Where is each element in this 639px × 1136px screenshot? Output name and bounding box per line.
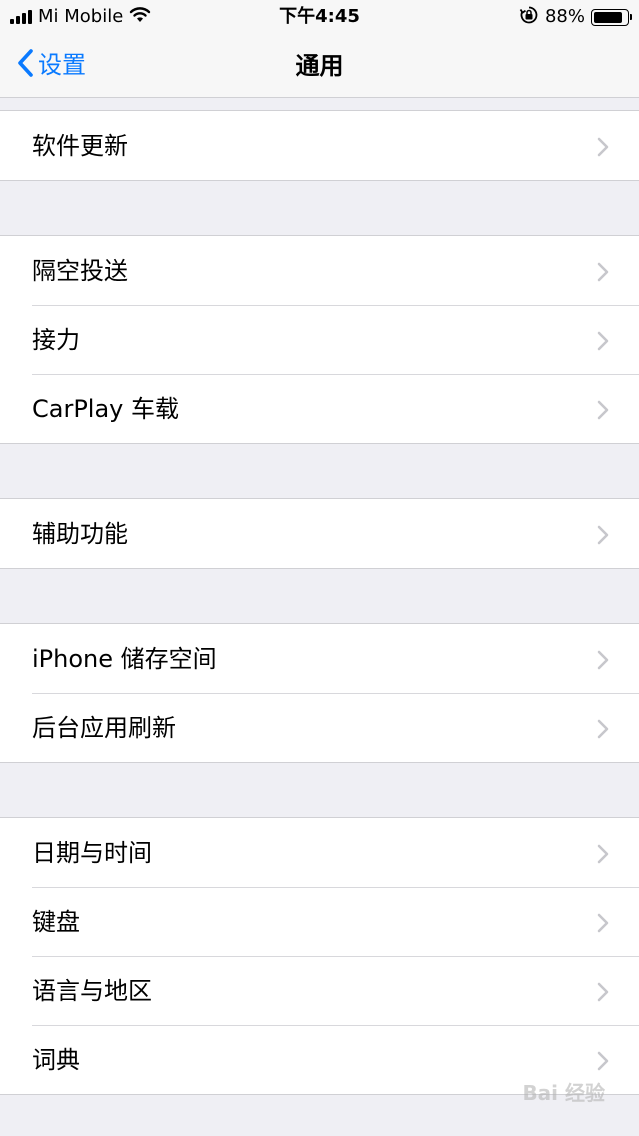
chevron-right-icon [597,400,609,424]
group-gap [0,569,639,623]
navigation-bar: 设置 通用 [0,34,639,98]
settings-row[interactable]: CarPlay 车载 [0,374,639,443]
settings-row[interactable]: 隔空投送 [0,236,639,305]
chevron-right-icon [597,262,609,286]
settings-row[interactable]: 日期与时间 [0,818,639,887]
group-gap [0,763,639,817]
status-bar: Mi Mobile 下午4:45 88% [0,0,639,34]
battery-icon [591,8,632,26]
settings-group: 隔空投送接力 CarPlay 车载 [0,235,639,444]
settings-row[interactable]: 后台应用刷新 [0,693,639,762]
settings-row[interactable]: 软件更新 [0,111,639,180]
chevron-right-icon [597,982,609,1006]
chevron-right-icon [597,525,609,549]
settings-group: iPhone 储存空间 后台应用刷新 [0,623,639,763]
settings-row-label: 隔空投送 [32,257,128,285]
chevron-right-icon [597,719,609,743]
page-title: 通用 [295,52,344,80]
group-gap [0,444,639,498]
rotation-lock-icon [519,5,539,29]
settings-group: 软件更新 [0,110,639,181]
settings-row[interactable]: 辅助功能 [0,499,639,568]
battery-percent: 88% [544,6,585,27]
chevron-right-icon [597,1051,609,1075]
chevron-right-icon [597,137,609,161]
settings-row[interactable]: 键盘 [0,887,639,956]
settings-row-label: 词典 [32,1046,80,1074]
settings-row-label: 键盘 [32,908,80,936]
settings-row-label: 日期与时间 [32,839,152,867]
settings-row-label: iPhone 储存空间 [32,645,217,673]
settings-group: 日期与时间键盘语言与地区词典 [0,817,639,1095]
status-right: 88% [519,5,632,29]
chevron-right-icon [597,913,609,937]
settings-row-label: 后台应用刷新 [32,714,176,742]
battery-fill [594,11,623,23]
settings-group: 辅助功能 [0,498,639,569]
settings-row[interactable]: iPhone 储存空间 [0,624,639,693]
chevron-right-icon [597,844,609,868]
settings-row[interactable]: 接力 [0,305,639,374]
settings-row-label: 软件更新 [32,132,128,160]
settings-row-label: 辅助功能 [32,520,128,548]
group-gap [0,181,639,235]
settings-row-label: 语言与地区 [32,977,152,1005]
settings-row-label: 接力 [32,326,80,354]
chevron-right-icon [597,650,609,674]
settings-row[interactable]: 语言与地区 [0,956,639,1025]
chevron-right-icon [597,331,609,355]
settings-list: 软件更新隔空投送接力 CarPlay 车载 辅助功能 iPhone 储存空间 后台应用刷… [0,110,639,1095]
settings-row-label: CarPlay 车载 [32,395,180,423]
watermark-logo: Bai 经验 [522,1081,605,1105]
